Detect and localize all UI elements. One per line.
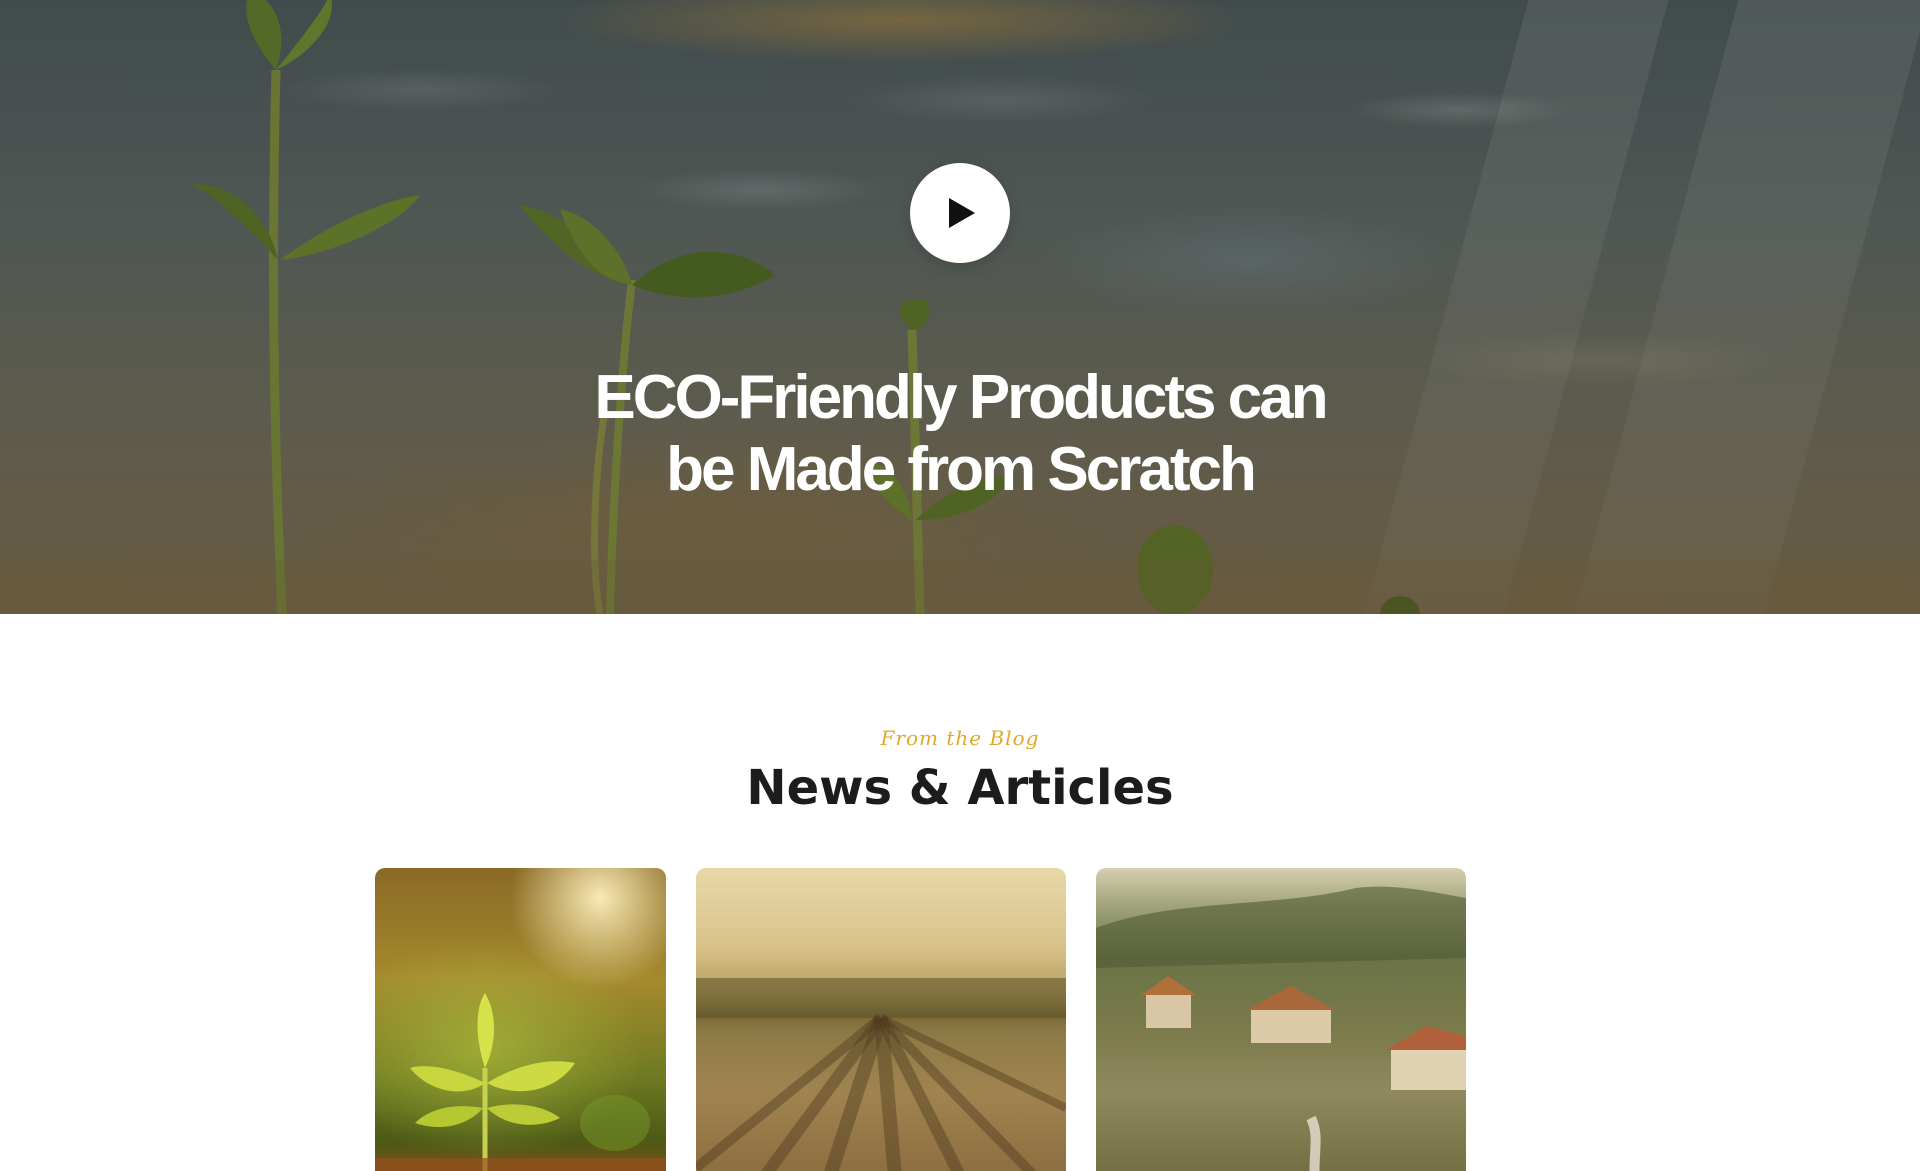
section-kicker: From the Blog: [880, 726, 1040, 750]
article-card[interactable]: [696, 868, 1066, 1171]
hero-overlay: [0, 0, 1920, 614]
video-play-button[interactable]: [910, 163, 1010, 263]
section-title: News & Articles: [746, 760, 1174, 816]
article-card[interactable]: [375, 868, 666, 1171]
article-card[interactable]: [1096, 868, 1466, 1171]
hero-title: ECO-Friendly Products can be Made from S…: [560, 362, 1360, 506]
blog-section: From the Blog News & Articles: [0, 614, 1920, 1171]
hero-section: ECO-Friendly Products can be Made from S…: [0, 0, 1920, 614]
hero-title-line-1: ECO-Friendly Products can: [594, 363, 1328, 432]
hero-title-line-2: be Made from Scratch: [666, 435, 1257, 504]
seedling-illustration: [375, 993, 666, 1171]
village-illustration: [1096, 886, 1466, 1171]
field-rows-illustration: [696, 978, 1066, 1171]
play-icon: [949, 198, 975, 228]
